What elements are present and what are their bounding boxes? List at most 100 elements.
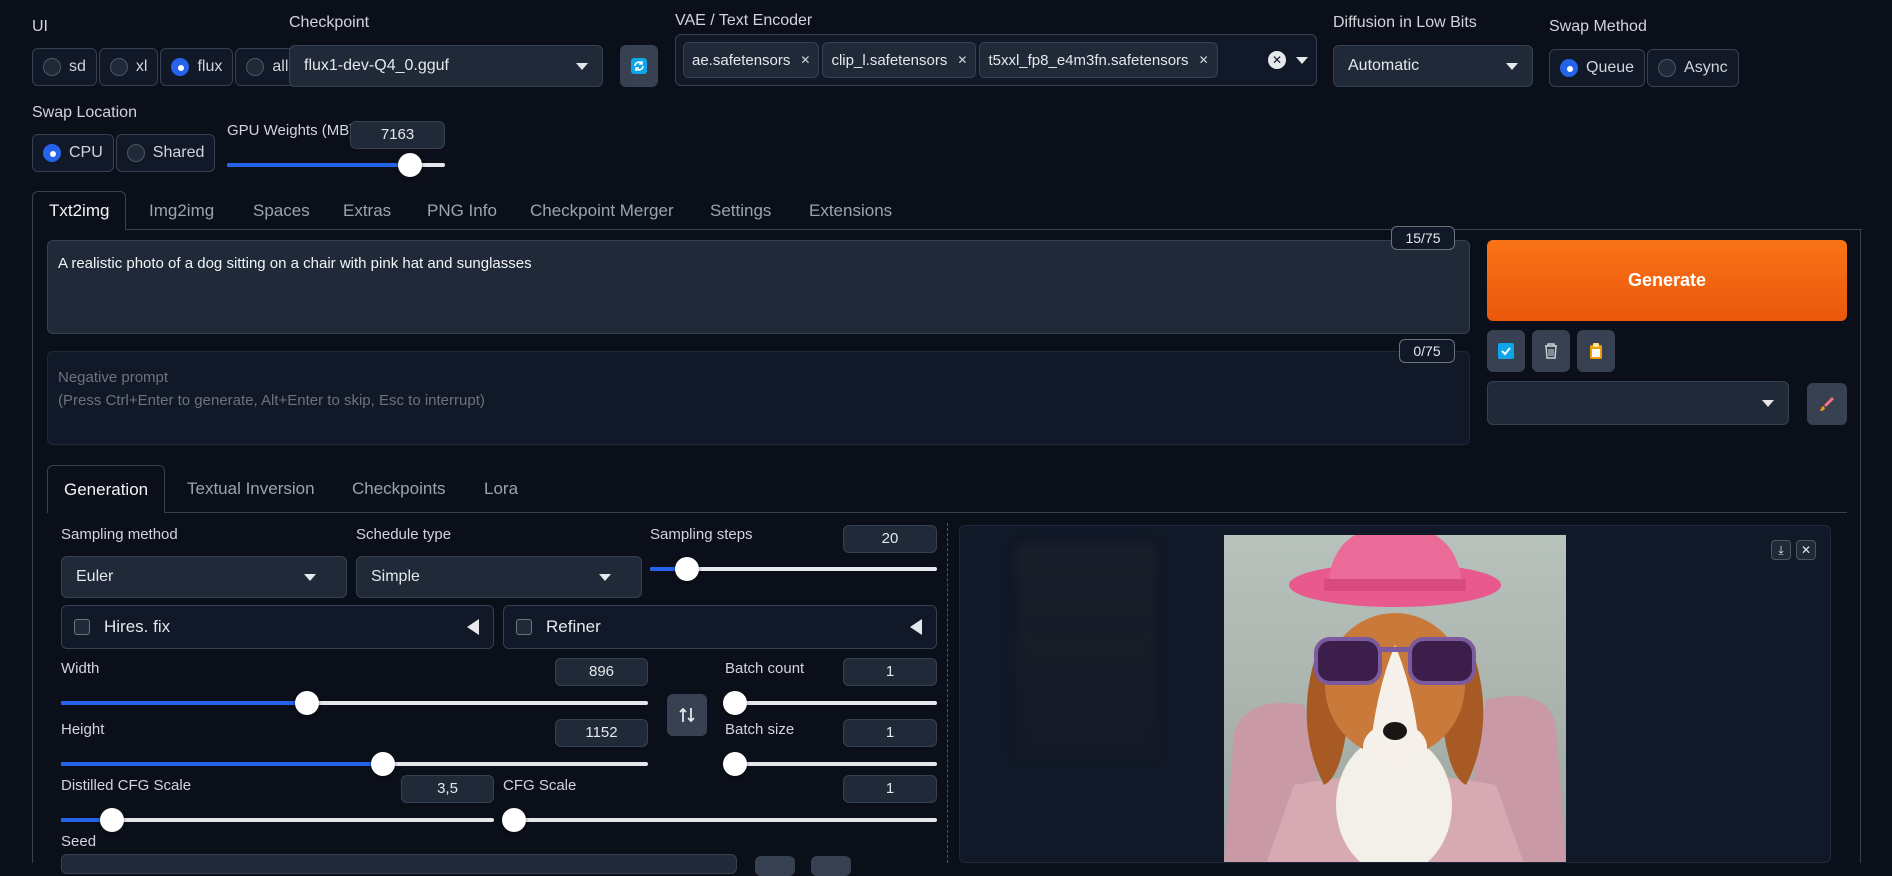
slider-knob[interactable]: [723, 691, 747, 715]
checkpoint-value: flux1-dev-Q4_0.gguf: [304, 57, 449, 74]
styles-dropdown[interactable]: [1487, 381, 1789, 425]
refiner-accordion[interactable]: Refiner: [503, 605, 937, 649]
subtab-generation[interactable]: Generation: [47, 465, 166, 513]
width-input[interactable]: 896: [555, 658, 648, 686]
cfg-scale-input[interactable]: 1: [843, 775, 937, 803]
tab-spaces[interactable]: Spaces: [253, 201, 310, 221]
apply-styles-button[interactable]: [1487, 330, 1525, 372]
vae-label: VAE / Text Encoder: [675, 12, 813, 29]
ui-option-xl[interactable]: xl: [98, 48, 159, 86]
refiner-checkbox[interactable]: [516, 619, 532, 635]
slider-knob[interactable]: [674, 557, 699, 581]
seed-label: Seed: [61, 833, 97, 850]
distilled-cfg-label: Distilled CFG Scale: [61, 777, 192, 794]
swap-location-cpu[interactable]: CPU: [32, 134, 114, 172]
cfg-scale-label: CFG Scale: [503, 777, 577, 794]
width-slider[interactable]: [61, 691, 648, 715]
clipboard-icon: [1590, 343, 1602, 359]
ui-option-sd[interactable]: sd: [32, 48, 97, 86]
generated-image[interactable]: [1224, 535, 1566, 863]
lowbits-dropdown[interactable]: Automatic: [1333, 45, 1533, 87]
sampling-steps-input[interactable]: 20: [843, 525, 937, 553]
tab-txt2img[interactable]: Txt2img: [32, 191, 127, 230]
tab-extras[interactable]: Extras: [343, 201, 391, 221]
distilled-cfg-input[interactable]: 3,5: [401, 775, 494, 803]
swap-dimensions-button[interactable]: [667, 694, 707, 736]
subtab-textual-inversion[interactable]: Textual Inversion: [187, 479, 315, 499]
schedule-type-dropdown[interactable]: Simple: [356, 556, 642, 598]
radio-icon: [246, 58, 265, 76]
vae-chip: clip_l.safetensors ✕: [822, 42, 977, 78]
refresh-button[interactable]: [620, 45, 658, 87]
batch-size-slider[interactable]: [723, 752, 937, 776]
slider-knob[interactable]: [723, 752, 747, 776]
width-label: Width: [61, 660, 100, 677]
negative-token-counter: 0/75: [1399, 339, 1455, 363]
radio-icon: [43, 144, 61, 162]
checkpoint-label: Checkpoint: [289, 14, 370, 31]
batch-size-input[interactable]: 1: [843, 719, 937, 747]
slider-knob[interactable]: [398, 153, 423, 177]
checkpoint-dropdown[interactable]: flux1-dev-Q4_0.gguf: [289, 45, 603, 87]
swap-location-radio-group: CPU Shared: [32, 134, 216, 172]
sampling-steps-slider[interactable]: [650, 557, 937, 581]
close-icon[interactable]: ✕: [1796, 540, 1816, 560]
reuse-seed-button[interactable]: [811, 856, 851, 876]
chevron-down-icon: [576, 63, 588, 70]
subtab-checkpoints[interactable]: Checkpoints: [352, 479, 446, 499]
vae-multiselect[interactable]: ae.safetensors ✕ clip_l.safetensors ✕ t5xx…: [675, 34, 1317, 86]
swap-location-label: Swap Location: [32, 104, 137, 121]
height-slider[interactable]: [61, 752, 648, 776]
chevron-down-icon[interactable]: [1296, 57, 1308, 64]
radio-icon: [1658, 59, 1677, 77]
prompt-textarea[interactable]: A realistic photo of a dog sitting on a …: [47, 240, 1470, 334]
slider-knob[interactable]: [99, 808, 124, 832]
swap-method-async[interactable]: Async: [1647, 49, 1739, 87]
close-icon[interactable]: ✕: [1199, 53, 1209, 67]
swap-location-shared[interactable]: Shared: [115, 134, 216, 172]
paste-button[interactable]: [1577, 330, 1615, 372]
hires-fix-accordion[interactable]: Hires. fix: [61, 605, 494, 649]
hires-fix-checkbox[interactable]: [74, 619, 90, 635]
negative-prompt-textarea[interactable]: Negative prompt (Press Ctrl+Enter to gen…: [47, 351, 1470, 445]
refiner-label: Refiner: [546, 617, 601, 636]
height-label: Height: [61, 721, 105, 738]
clear-all-icon[interactable]: ✕: [1268, 51, 1286, 69]
batch-count-slider[interactable]: [723, 691, 937, 715]
batch-count-input[interactable]: 1: [843, 658, 937, 686]
tab-img2img[interactable]: Img2img: [149, 201, 214, 221]
gpu-weights-input[interactable]: 7163: [350, 121, 445, 149]
generate-button[interactable]: Generate: [1487, 240, 1847, 321]
radio-icon: [43, 58, 61, 76]
trash-icon: [1545, 343, 1557, 359]
swap-method-label: Swap Method: [1549, 18, 1647, 35]
subtab-lora[interactable]: Lora: [484, 479, 518, 499]
ui-option-flux[interactable]: flux: [160, 48, 234, 86]
tab-checkpoint-merger[interactable]: Checkpoint Merger: [530, 201, 674, 221]
swap-method-queue[interactable]: Queue: [1549, 49, 1646, 87]
vae-chip: ae.safetensors ✕: [683, 42, 820, 78]
tab-png-info[interactable]: PNG Info: [427, 201, 497, 221]
slider-knob[interactable]: [295, 691, 320, 715]
sampling-method-dropdown[interactable]: Euler: [61, 556, 347, 598]
slider-knob[interactable]: [502, 808, 526, 832]
close-icon[interactable]: ✕: [957, 53, 967, 67]
random-seed-button[interactable]: [755, 856, 795, 876]
gpu-weights-slider[interactable]: [227, 153, 445, 177]
brush-icon: [1820, 397, 1834, 411]
gallery-divider: [947, 523, 948, 863]
height-input[interactable]: 1152: [555, 719, 648, 747]
download-icon[interactable]: ⤓: [1771, 540, 1791, 560]
tab-extensions[interactable]: Extensions: [809, 201, 892, 221]
slider-knob[interactable]: [370, 752, 395, 776]
radio-icon: [126, 144, 145, 162]
collapse-triangle-icon: [467, 619, 479, 635]
distilled-cfg-slider[interactable]: [61, 808, 494, 832]
refresh-icon: [631, 58, 647, 74]
clear-prompt-button[interactable]: [1532, 330, 1570, 372]
seed-input[interactable]: [61, 854, 737, 874]
close-icon[interactable]: ✕: [800, 53, 810, 67]
cfg-scale-slider[interactable]: [502, 808, 937, 832]
tab-settings[interactable]: Settings: [710, 201, 771, 221]
edit-styles-button[interactable]: [1807, 383, 1847, 425]
